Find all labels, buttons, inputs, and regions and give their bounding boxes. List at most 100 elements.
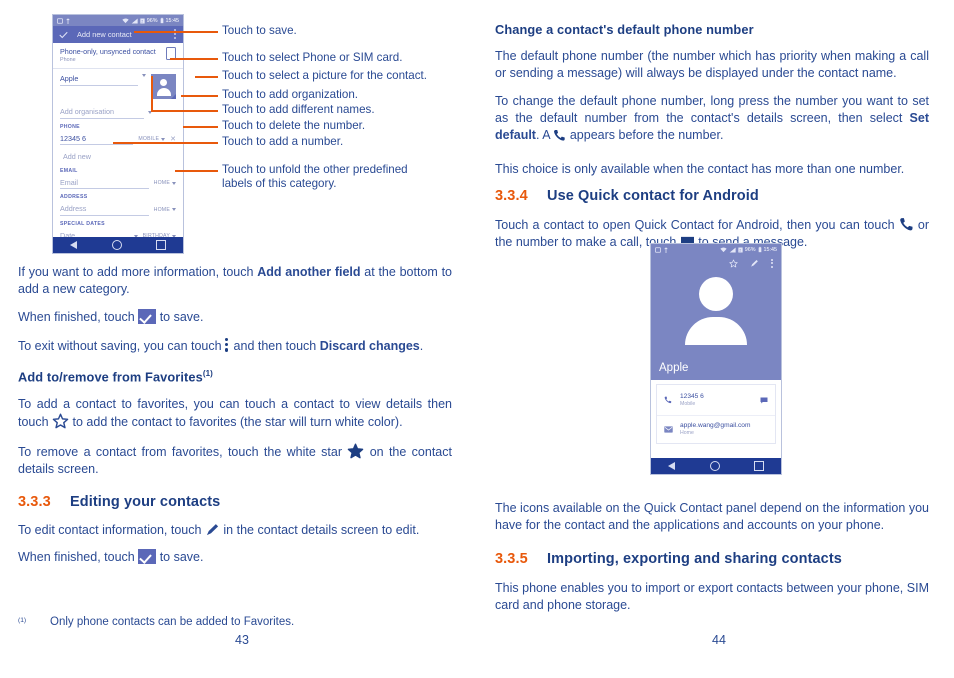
paragraph-default-number-desc: The default phone number (the number whi… <box>495 49 929 80</box>
leader-addnumber <box>113 142 218 144</box>
quick-contact-email-row[interactable]: apple.wang@gmail.com Home <box>657 416 775 443</box>
address-input[interactable]: Address <box>60 204 149 216</box>
phone-nav-bar <box>53 237 183 253</box>
chevron-down-icon[interactable] <box>172 181 176 185</box>
contact-name-label: Apple <box>659 362 689 374</box>
callout-organization: Touch to add organization. <box>222 88 358 101</box>
avatar-head <box>699 277 733 311</box>
p6-pre: To edit contact information, touch <box>18 523 205 537</box>
p3-mid: and then touch <box>230 339 320 353</box>
status-right-icons: 2 96% 15:45 <box>122 17 179 24</box>
chevron-down-icon[interactable] <box>172 208 176 212</box>
back-icon[interactable] <box>70 241 78 249</box>
battery-percent-label: 96% <box>146 17 158 24</box>
section-333-number: 3.3.3 <box>18 494 51 510</box>
paragraph-choice-availability: This choice is only available when the c… <box>495 162 905 176</box>
phone-type-label: Mobile <box>680 400 696 407</box>
quick-contact-actions <box>651 255 781 268</box>
recents-icon[interactable] <box>156 240 166 250</box>
battery-percent-label: 96% <box>744 246 756 253</box>
email-value: apple.wang@gmail.com <box>680 422 751 429</box>
battery-icon <box>758 246 761 253</box>
account-selector-row[interactable]: Phone-only, unsynced contact Phone <box>53 43 183 69</box>
rp4-pre: Touch a contact to open Quick Contact fo… <box>495 218 899 232</box>
p3-post: . <box>419 339 424 353</box>
star-outline-icon <box>52 413 69 429</box>
p2-post: to save. <box>156 310 204 324</box>
signal-icon <box>729 247 736 252</box>
dash-5 <box>210 110 218 112</box>
star-outline-icon[interactable] <box>728 259 738 268</box>
pencil-icon <box>206 524 219 536</box>
section-heading-334: 3.3.4 Use Quick contact for Android <box>495 188 759 204</box>
quick-contact-phone-row[interactable]: 12345 6 Mobile <box>657 385 775 416</box>
p7-pre: When finished, touch <box>18 550 139 564</box>
p1-bold: Add another field <box>257 265 361 279</box>
callout-delete: Touch to delete the number. <box>222 119 366 132</box>
p4-post: to add the contact to favorites (the sta… <box>69 415 403 429</box>
rp2-pre: To change the default phone number, long… <box>495 94 929 125</box>
signal-icon <box>131 18 138 23</box>
back-icon[interactable] <box>668 462 676 470</box>
email-icon[interactable] <box>664 426 680 433</box>
check-icon <box>138 309 157 324</box>
pencil-icon[interactable] <box>750 259 759 268</box>
callout-names: Touch to add different names. <box>222 103 375 116</box>
phone-nav-bar <box>651 458 781 474</box>
overflow-menu-icon <box>225 338 230 352</box>
phone-status-bar: 2 96% 15:45 <box>651 244 781 255</box>
name-input[interactable]: Apple <box>60 74 138 86</box>
account-primary-label: Phone-only, unsynced contact <box>60 47 156 56</box>
organisation-input[interactable]: Add organisation <box>60 107 144 119</box>
status-left-icons <box>57 17 70 24</box>
app-bar-title: Add new contact <box>77 30 132 39</box>
sim-signal-icon: 2 <box>140 18 145 23</box>
subheading-favorites-text: Add to/remove from Favorites <box>18 369 203 385</box>
avatar-head <box>160 79 167 86</box>
email-row[interactable]: Email HOME <box>53 175 183 192</box>
overflow-menu-icon[interactable] <box>770 259 774 268</box>
dash-8 <box>210 170 218 172</box>
p2-pre: When finished, touch <box>18 310 139 324</box>
avatar-body <box>685 317 747 345</box>
recents-icon[interactable] <box>754 461 764 471</box>
name-field-row[interactable]: Apple <box>53 69 183 101</box>
callout-addnumber: Touch to add a number. <box>222 135 344 148</box>
page-number-left: 43 <box>235 633 249 647</box>
svg-text:2: 2 <box>739 248 741 252</box>
phone-icon[interactable] <box>664 396 680 404</box>
avatar-corner <box>171 94 176 99</box>
home-icon[interactable] <box>709 461 720 471</box>
message-icon[interactable] <box>760 391 768 409</box>
section-header-address: ADDRESS <box>60 194 88 200</box>
dash-7 <box>210 142 218 144</box>
chevron-down-icon[interactable] <box>148 111 152 115</box>
address-type-label[interactable]: HOME <box>154 207 170 213</box>
section-header-email: EMAIL <box>60 167 78 174</box>
paragraph-add-more-info: If you want to add more information, tou… <box>18 264 452 298</box>
leader-names <box>151 110 218 112</box>
paragraph-edit-contact: To edit contact information, touch in th… <box>18 522 458 539</box>
paragraph-change-default-number: To change the default phone number, long… <box>495 93 929 144</box>
check-icon[interactable] <box>59 31 68 39</box>
usb-icon <box>664 247 668 253</box>
home-icon[interactable] <box>111 240 122 250</box>
sim-signal-icon: 2 <box>738 247 743 252</box>
leader-save <box>134 31 218 33</box>
phone-app-bar: Add new contact <box>53 26 183 43</box>
address-row[interactable]: Address HOME <box>53 201 183 218</box>
section-335-title: Importing, exporting and sharing contact… <box>547 551 842 567</box>
quick-contact-card: 12345 6 Mobile apple.wang@gmail.com Home <box>656 384 776 444</box>
contact-photo-icon[interactable] <box>151 74 176 99</box>
email-input[interactable]: Email <box>60 178 149 189</box>
add-number-row[interactable]: Add new <box>53 147 183 165</box>
chevron-down-icon[interactable] <box>142 74 146 77</box>
chevron-down-icon[interactable] <box>161 137 166 141</box>
phone-number-value: 12345 6 <box>680 392 704 400</box>
paragraph-quick-contact-icons: The icons available on the Quick Contact… <box>495 501 929 532</box>
avatar-body <box>156 87 171 96</box>
phone-number-row[interactable]: 12345 6 MOBILE ✕ <box>53 131 183 148</box>
sim-card-icon <box>57 17 63 24</box>
add-new-number-label[interactable]: Add new <box>60 152 176 163</box>
email-type-label[interactable]: HOME <box>154 180 170 186</box>
